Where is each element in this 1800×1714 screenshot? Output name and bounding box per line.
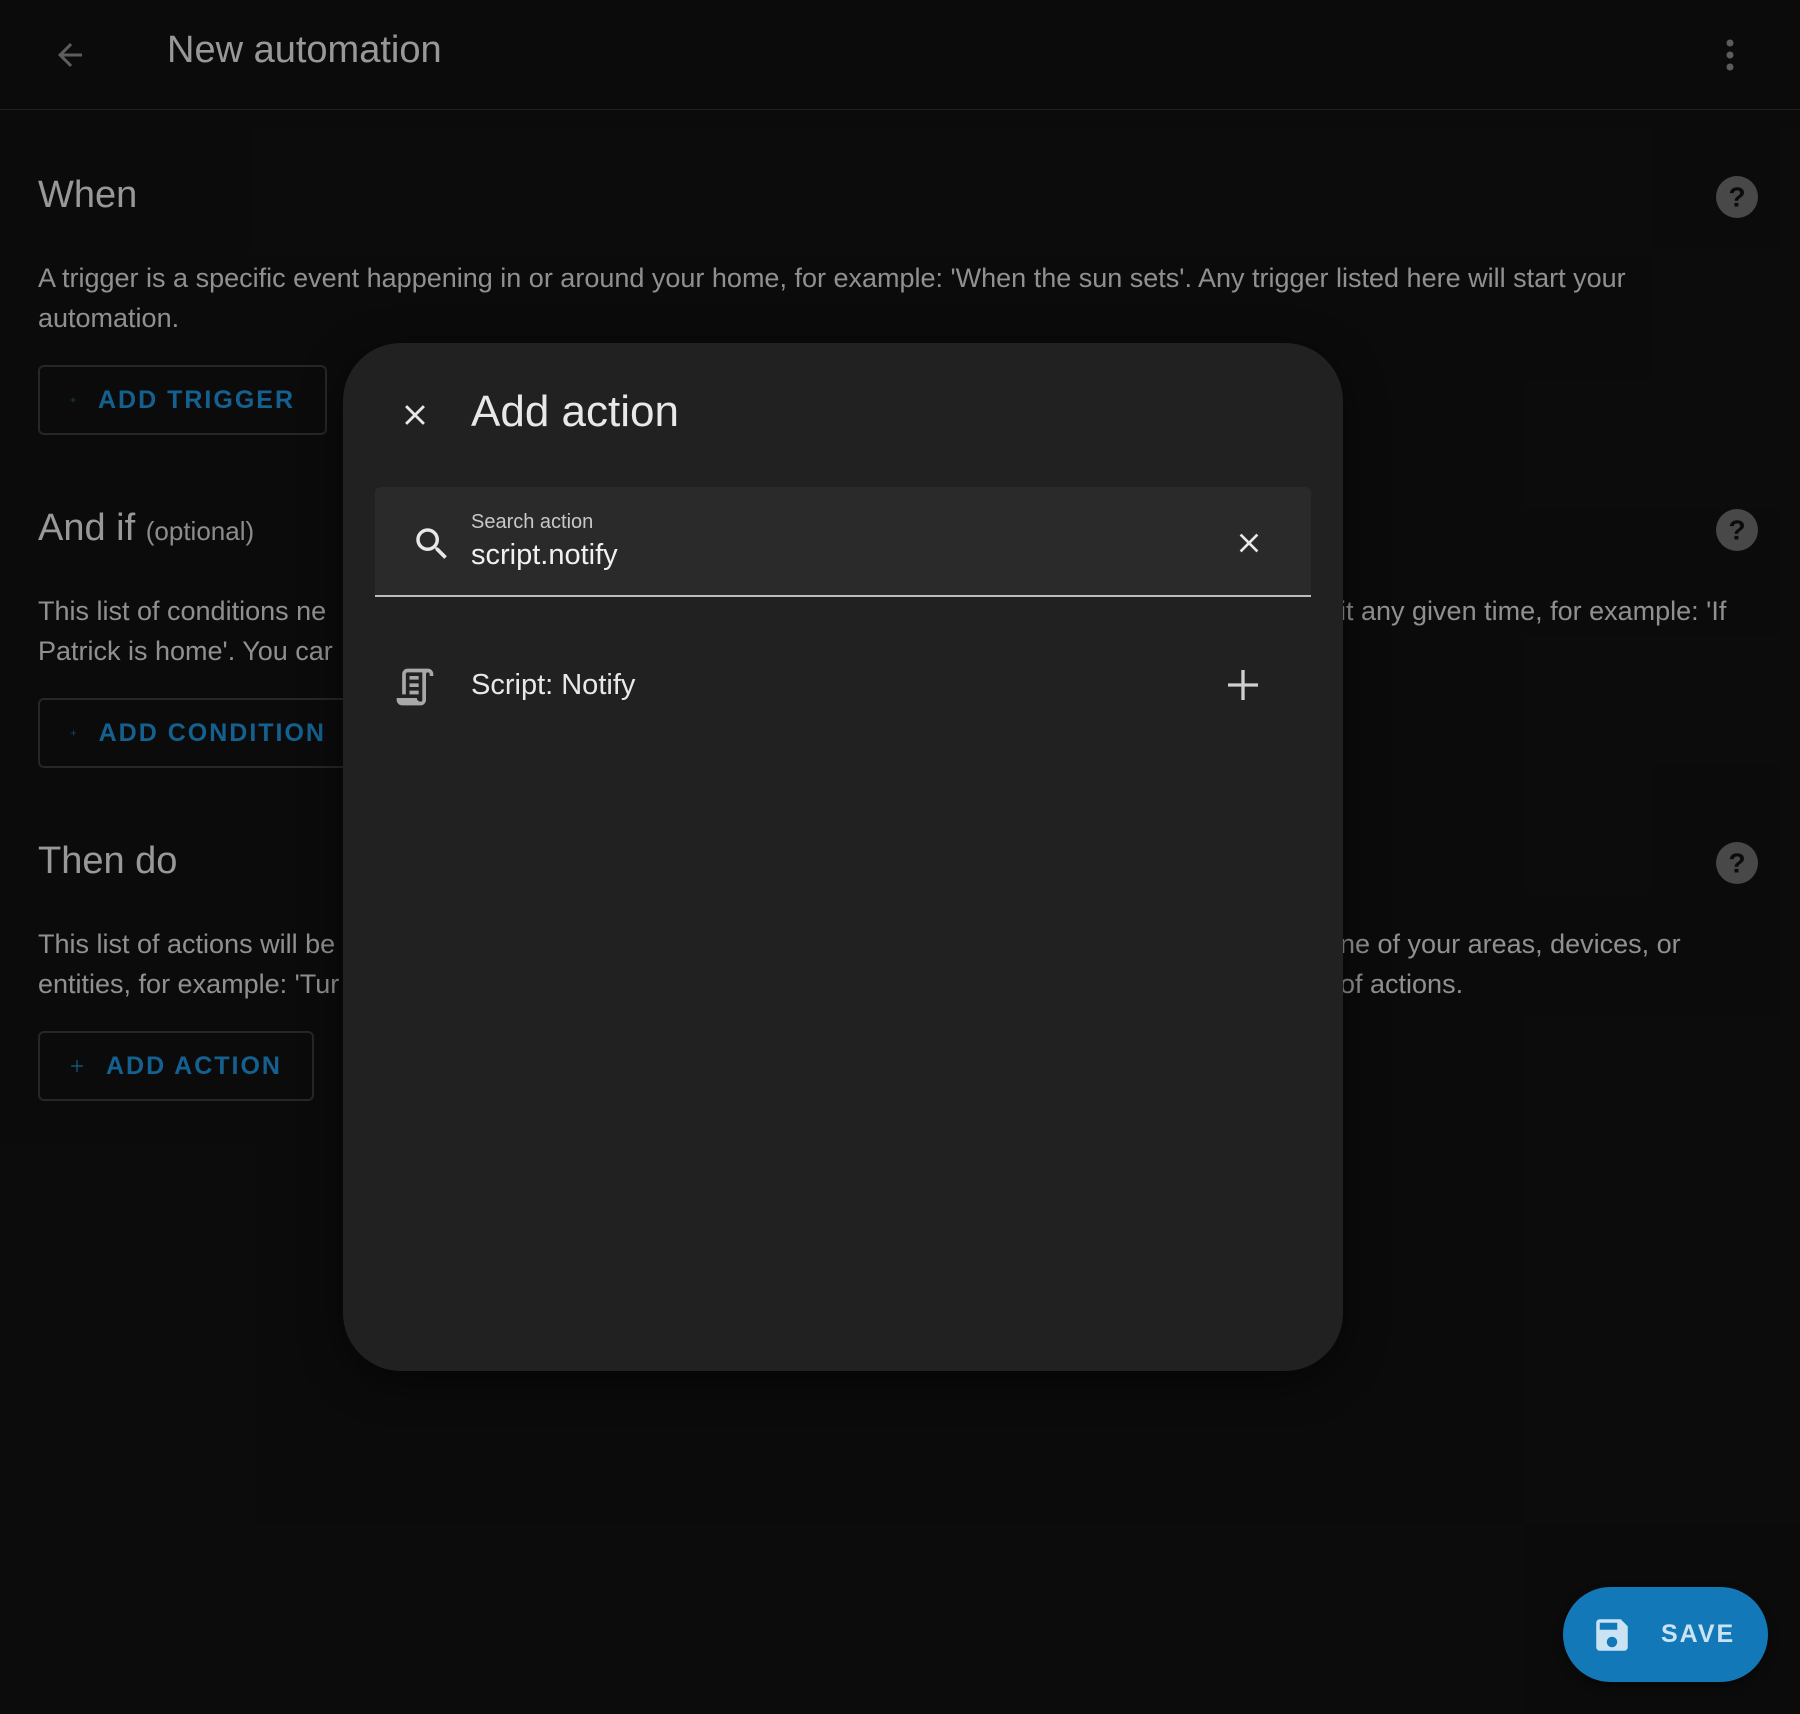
save-label: SAVE: [1661, 1620, 1736, 1648]
result-label: Script: Notify: [471, 669, 636, 701]
content-save-icon: [1596, 1618, 1628, 1651]
script-text-icon: [396, 668, 434, 706]
dialog-close-button[interactable]: [393, 393, 437, 437]
list-item[interactable]: Script: Notify: [343, 625, 1343, 745]
save-button[interactable]: SAVE: [1563, 1587, 1768, 1682]
search-action-field[interactable]: Search action script.notify: [375, 487, 1311, 597]
clear-search-button[interactable]: [1229, 523, 1269, 563]
search-icon: [416, 528, 447, 559]
add-action-dialog: Add action Search action script.notify S…: [343, 343, 1343, 1371]
dialog-title: Add action: [471, 387, 679, 436]
close-icon: [1239, 533, 1259, 553]
search-action-label: Search action: [471, 511, 594, 533]
search-action-input[interactable]: script.notify: [471, 539, 618, 572]
plus-icon[interactable]: [1223, 665, 1263, 705]
close-icon: [405, 405, 425, 425]
